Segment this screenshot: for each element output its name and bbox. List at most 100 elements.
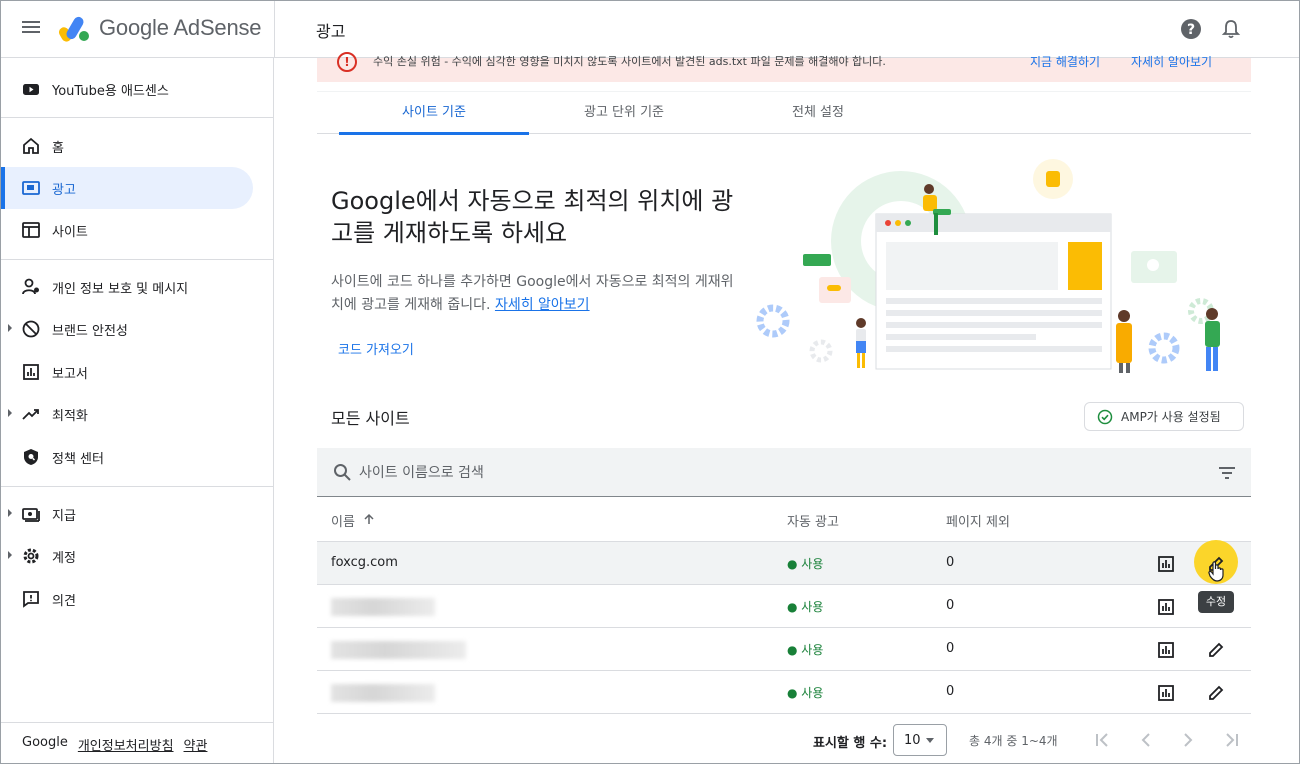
terms-link[interactable]: 약관	[184, 735, 208, 754]
footer-google: Google	[22, 735, 68, 750]
sidebar-item-payments[interactable]: 지급	[1, 493, 253, 535]
rows-per-page-value: 10	[904, 733, 921, 748]
ads-txt-alert: ! 수익 손실 위험 - 수익에 심각한 영향을 미치지 않도록 사이트에서 발…	[317, 52, 1251, 82]
sidebar-item-label: YouTube용 애드센스	[52, 84, 169, 99]
youtube-icon	[23, 84, 39, 95]
sort-ascending-icon[interactable]	[363, 513, 375, 525]
sidebar-item-brand-safety[interactable]: 브랜드 안전성	[1, 308, 253, 350]
sidebar-item-sites[interactable]: 사이트	[1, 209, 253, 251]
sidebar-item-youtube[interactable]: YouTube용 애드센스	[1, 68, 253, 110]
rows-per-page-select[interactable]: 10	[893, 724, 947, 756]
payments-icon	[22, 508, 40, 522]
sidebar-item-optimization[interactable]: 최적화	[1, 393, 253, 435]
auto-ads-status: ● 사용	[787, 643, 824, 657]
edit-tooltip: 수정	[1198, 591, 1234, 613]
privacy-policy-link[interactable]: 개인정보처리방침	[78, 735, 174, 754]
previous-page-icon[interactable]	[1134, 728, 1158, 752]
sidebar-item-label: 브랜드 안전성	[52, 324, 128, 339]
sidebar-divider	[1, 722, 273, 723]
excluded-pages-count: 0	[946, 641, 955, 656]
column-page-exclusion: 페이지 제외	[946, 515, 1010, 530]
alert-learn-more-link[interactable]: 자세히 알아보기	[1131, 53, 1212, 70]
sidebar-item-reports[interactable]: 보고서	[1, 351, 253, 393]
sidebar-item-home[interactable]: 홈	[1, 125, 253, 167]
column-auto-ads: 자동 광고	[787, 515, 839, 530]
report-icon[interactable]	[1152, 550, 1180, 578]
sidebar-item-policy-center[interactable]: 정책 센터	[1, 436, 253, 478]
site-search-input[interactable]	[359, 462, 1159, 484]
excluded-pages-count: 0	[946, 598, 955, 613]
all-sites-heading: 모든 사이트	[331, 409, 410, 428]
sites-icon	[22, 222, 40, 238]
table-row[interactable]: ● 사용 0	[317, 671, 1251, 714]
last-page-icon[interactable]	[1219, 728, 1243, 752]
check-circle-icon	[1097, 409, 1113, 424]
sidebar-item-account[interactable]: 계정	[1, 535, 253, 577]
auto-ads-illustration	[756, 159, 1220, 373]
sidebar-item-label: 광고	[52, 183, 76, 198]
table-row[interactable]: ● 사용 0	[317, 628, 1251, 671]
edit-pencil-icon[interactable]	[1202, 679, 1230, 707]
excluded-pages-count: 0	[946, 555, 955, 570]
expand-caret-icon[interactable]	[8, 409, 12, 417]
block-icon	[22, 320, 40, 338]
sidebar-item-feedback[interactable]: 의견	[1, 578, 253, 620]
auto-ads-description: 사이트에 코드 하나를 추가하면 Google에서 자동으로 최적의 게재위치에…	[331, 271, 741, 317]
sidebar-item-label: 개인 정보 보호 및 메시지	[52, 282, 189, 297]
tab-by-site[interactable]: 사이트 기준	[339, 92, 529, 135]
first-page-icon[interactable]	[1091, 728, 1115, 752]
site-search-bar	[317, 448, 1251, 497]
search-icon	[334, 464, 351, 481]
sidebar-divider	[1, 259, 273, 260]
sidebar-item-privacy[interactable]: 개인 정보 보호 및 메시지	[1, 266, 253, 308]
sidebar-item-label: 홈	[52, 141, 64, 156]
sidebar-item-label: 지급	[52, 509, 76, 524]
sidebar-item-ads[interactable]: 광고	[1, 167, 253, 209]
auto-ads-status: ● 사용	[787, 686, 824, 700]
table-row[interactable]: foxcg.com ● 사용 0	[317, 540, 1251, 585]
svg-text:?: ?	[1187, 22, 1195, 38]
next-page-icon[interactable]	[1176, 728, 1200, 752]
sites-table-header: 이름 자동 광고 페이지 제외	[317, 498, 1251, 542]
tab-by-ad-unit[interactable]: 광고 단위 기준	[529, 92, 719, 134]
report-icon[interactable]	[1152, 593, 1180, 621]
redacted-site-name	[331, 641, 466, 659]
column-name[interactable]: 이름	[331, 511, 355, 530]
home-icon	[23, 137, 39, 154]
adsense-logo	[59, 16, 89, 42]
hand-cursor-icon	[1208, 561, 1224, 582]
feedback-icon	[23, 591, 39, 608]
amp-enabled-chip[interactable]: AMP가 사용 설정됨	[1084, 402, 1244, 431]
report-icon[interactable]	[1152, 636, 1180, 664]
filter-icon[interactable]	[1217, 463, 1237, 483]
app-window: Google AdSense 광고 ? YouTube용 애드센스 홈 광고 사…	[0, 0, 1300, 764]
error-icon: !	[337, 52, 357, 72]
sidebar-item-label: 사이트	[52, 225, 88, 240]
redacted-site-name	[331, 598, 435, 616]
expand-caret-icon[interactable]	[8, 324, 12, 332]
sidebar-item-label: 최적화	[52, 409, 88, 424]
sidebar-item-label: 보고서	[52, 367, 88, 382]
redacted-site-name	[331, 684, 435, 702]
sidebar-item-label: 계정	[52, 551, 76, 566]
expand-caret-icon[interactable]	[8, 509, 12, 517]
expand-caret-icon[interactable]	[8, 551, 12, 559]
help-icon[interactable]: ?	[1180, 18, 1202, 40]
menu-icon[interactable]	[20, 18, 42, 40]
header-divider	[274, 1, 275, 58]
excluded-pages-count: 0	[946, 684, 955, 699]
tab-global-settings[interactable]: 전체 설정	[723, 92, 913, 134]
site-name: foxcg.com	[331, 555, 398, 570]
sidebar-item-label: 정책 센터	[52, 452, 104, 467]
get-code-button[interactable]: 코드 가져오기	[331, 338, 421, 364]
learn-more-link[interactable]: 자세히 알아보기	[495, 297, 590, 313]
page-title: 광고	[316, 22, 346, 41]
top-bar: Google AdSense 광고 ?	[1, 1, 1299, 58]
auto-ads-status: ● 사용	[787, 557, 824, 571]
table-row[interactable]: ● 사용 0	[317, 585, 1251, 628]
fix-now-link[interactable]: 지금 해결하기	[1030, 53, 1100, 70]
report-icon[interactable]	[1152, 679, 1180, 707]
tab-bar: 사이트 기준 광고 단위 기준 전체 설정	[317, 91, 1251, 135]
edit-pencil-icon[interactable]	[1202, 636, 1230, 664]
notifications-icon[interactable]	[1220, 18, 1242, 40]
